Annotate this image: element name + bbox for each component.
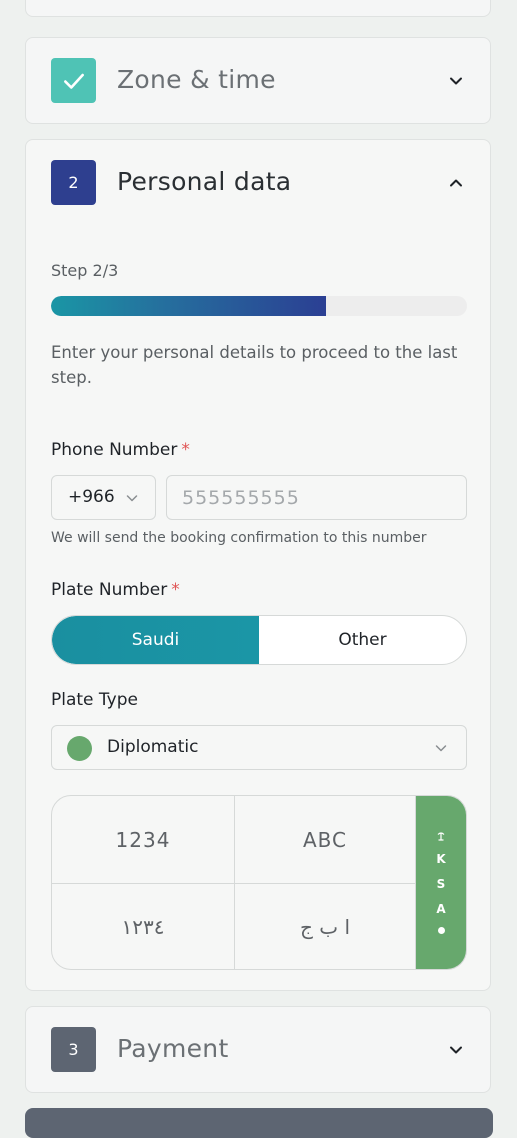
- progress-bar: [51, 296, 467, 316]
- palm-emblem-icon: [437, 832, 445, 841]
- plate-country-letter-s: S: [436, 877, 446, 891]
- plate-type-select[interactable]: Diplomatic: [51, 725, 467, 770]
- plate-number-label-text: Plate Number: [51, 580, 168, 600]
- previous-step-card: [25, 0, 491, 17]
- check-icon: [63, 73, 84, 89]
- continue-button[interactable]: [25, 1108, 493, 1138]
- step-completed-badge: [51, 58, 96, 103]
- step-personal-header[interactable]: 2 Personal data: [51, 160, 465, 206]
- step-zone-header[interactable]: Zone & time: [51, 58, 465, 104]
- step-number-badge: 2: [51, 160, 96, 205]
- plate-latin-numbers[interactable]: 1234: [52, 796, 235, 884]
- step-number-badge: 3: [51, 1027, 96, 1072]
- required-mark: *: [181, 440, 190, 460]
- plate-band-dot: [437, 927, 445, 934]
- plate-arabic-letters[interactable]: ا ب ج: [234, 883, 416, 969]
- plate-country-band: K S A: [415, 796, 466, 969]
- phone-label-text: Phone Number: [51, 440, 178, 460]
- step-intro-text: Enter your personal details to proceed t…: [51, 343, 458, 387]
- chevron-down-icon: [126, 495, 138, 502]
- required-mark: *: [171, 580, 180, 600]
- chevron-down-icon: [435, 745, 447, 752]
- plate-type-label: Plate Type: [51, 690, 138, 710]
- step-counter: Step 2/3: [51, 261, 119, 280]
- step-payment[interactable]: 3 Payment: [25, 1006, 491, 1093]
- country-code-select[interactable]: +966: [51, 475, 156, 520]
- step-payment-title: Payment: [117, 1034, 229, 1063]
- chevron-up-icon[interactable]: [447, 174, 465, 192]
- plate-country-letter-a: A: [436, 902, 446, 916]
- plate-type-value: Diplomatic: [107, 737, 199, 757]
- plate-origin-saudi[interactable]: Saudi: [52, 616, 259, 664]
- phone-hint: We will send the booking confirmation to…: [51, 530, 427, 546]
- plate-number-label: Plate Number *: [51, 580, 180, 600]
- plate-type-color-dot: [67, 736, 92, 761]
- phone-label: Phone Number *: [51, 440, 190, 460]
- phone-field[interactable]: [166, 475, 467, 520]
- plate-country-letter-k: K: [436, 852, 446, 866]
- plate-arabic-numbers[interactable]: ١٢٣٤: [52, 883, 235, 969]
- step-payment-header[interactable]: 3 Payment: [51, 1027, 465, 1073]
- plate-latin-letters[interactable]: ABC: [234, 796, 416, 884]
- country-code-value: +966: [68, 487, 115, 507]
- step-personal-data: 2 Personal data Step 2/3 Enter your pers…: [25, 139, 491, 991]
- progress-fill: [51, 296, 326, 316]
- plate-origin-toggle[interactable]: Saudi Other: [51, 615, 467, 665]
- chevron-down-icon[interactable]: [447, 1041, 465, 1059]
- step-zone-time[interactable]: Zone & time: [25, 37, 491, 124]
- plate-origin-other[interactable]: Other: [259, 616, 466, 664]
- chevron-down-icon[interactable]: [447, 72, 465, 90]
- license-plate-preview: 1234 ABC ١٢٣٤ ا ب ج K S A: [51, 795, 467, 970]
- step-personal-title: Personal data: [117, 167, 292, 196]
- phone-input[interactable]: [167, 476, 466, 519]
- step-zone-title: Zone & time: [117, 65, 276, 94]
